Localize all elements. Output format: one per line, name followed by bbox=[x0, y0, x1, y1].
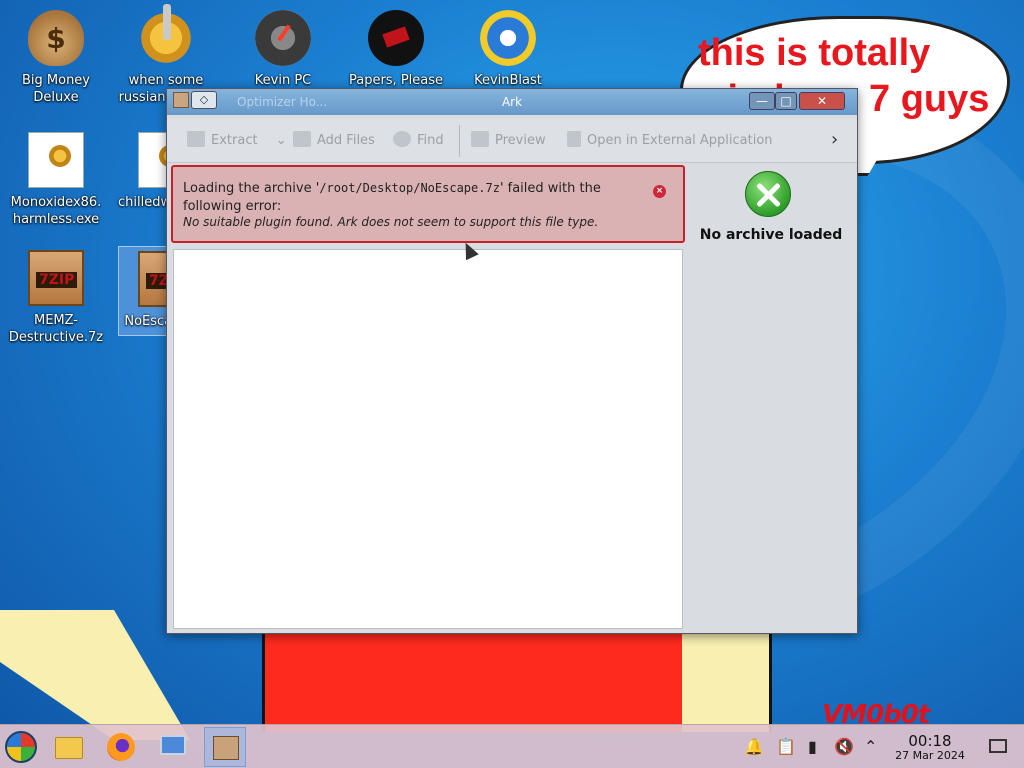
open-external-button[interactable]: Open in External Application bbox=[567, 131, 773, 148]
chevron-down-icon[interactable]: ⌄ bbox=[276, 133, 287, 148]
preview-button[interactable]: Preview bbox=[471, 131, 546, 148]
monitor-icon bbox=[160, 735, 186, 755]
desktop-icon-label: Kevin PC bbox=[254, 73, 312, 88]
wallpaper-drawing-left bbox=[0, 610, 190, 740]
taskbar-ark[interactable] bbox=[204, 727, 246, 767]
desktop-icon-kevin-pc[interactable]: Kevin PC bbox=[235, 10, 331, 89]
sun-globe-icon bbox=[480, 10, 536, 66]
desktop-icon-monoxidex86[interactable]: Monoxidex86. harmless.exe bbox=[8, 132, 104, 228]
show-desktop-button[interactable] bbox=[989, 739, 1007, 753]
window-titlebar[interactable]: ◇ Optimizer Ho... Ark — □ ✕ bbox=[167, 89, 857, 115]
toolbar: Extract ⌄ Add Files Find Preview Open in… bbox=[167, 119, 857, 163]
find-button[interactable]: Find bbox=[393, 131, 444, 148]
add-files-icon bbox=[293, 131, 311, 147]
extract-button[interactable]: Extract ⌄ bbox=[187, 131, 287, 148]
close-button[interactable]: ✕ bbox=[799, 92, 845, 110]
taskbar: 🔔 📋 ▮ 🔇 ⌃ 00:18 27 Mar 2024 bbox=[0, 724, 1024, 768]
add-files-label: Add Files bbox=[317, 133, 375, 148]
find-label: Find bbox=[417, 133, 444, 148]
open-external-label: Open in External Application bbox=[587, 133, 773, 148]
start-menu-button[interactable] bbox=[5, 731, 37, 763]
error-archive-path: /root/Desktop/NoEscape.7z bbox=[319, 181, 500, 195]
desktop-icon-papers-please[interactable]: Papers, Please bbox=[348, 10, 444, 89]
toolbar-separator bbox=[459, 125, 460, 157]
money-bag-icon bbox=[28, 10, 84, 66]
add-files-button[interactable]: Add Files bbox=[293, 131, 375, 148]
preview-label: Preview bbox=[495, 133, 546, 148]
error-prefix: Loading the archive ' bbox=[183, 181, 320, 196]
dismiss-error-icon[interactable]: × bbox=[653, 185, 666, 198]
toolbar-overflow-button[interactable]: › bbox=[831, 129, 838, 150]
taskbar-system-settings[interactable] bbox=[152, 727, 194, 767]
archive-file-list[interactable] bbox=[173, 249, 683, 629]
desktop-icon-label: Papers, Please bbox=[348, 73, 444, 88]
extract-label: Extract bbox=[211, 133, 258, 148]
error-detail: No suitable plugin found. Ark does not s… bbox=[183, 215, 599, 229]
ark-box-icon bbox=[213, 736, 239, 760]
taskbar-file-manager[interactable] bbox=[48, 727, 90, 767]
tray-expand-icon[interactable]: ⌃ bbox=[864, 737, 877, 756]
error-message-box: Loading the archive '/root/Desktop/NoEsc… bbox=[171, 165, 685, 243]
extract-icon bbox=[187, 131, 205, 147]
wallpaper-drawing-right bbox=[682, 632, 772, 732]
no-archive-label: No archive loaded bbox=[699, 227, 843, 243]
wallpaper-drawing-red bbox=[262, 632, 682, 732]
desktop-icon-label: Monoxidex86. harmless.exe bbox=[10, 195, 102, 227]
clock-time[interactable]: 00:18 bbox=[900, 732, 960, 750]
7zip-archive-icon bbox=[28, 250, 84, 306]
search-icon bbox=[393, 131, 411, 147]
desktop-icon-label: MEMZ-Destructive.7z bbox=[8, 313, 104, 345]
gauge-icon bbox=[255, 10, 311, 66]
exe-file-icon bbox=[28, 132, 84, 188]
papers-please-icon bbox=[368, 10, 424, 66]
volume-muted-icon[interactable]: 🔇 bbox=[834, 737, 854, 756]
clock-date[interactable]: 27 Mar 2024 bbox=[886, 749, 974, 762]
desktop-icon-label: Big Money Deluxe bbox=[21, 73, 90, 105]
firefox-icon bbox=[107, 733, 135, 761]
tools-icon bbox=[745, 171, 791, 217]
info-side-panel: No archive loaded bbox=[689, 165, 853, 629]
desktop-icon-memz-destructive[interactable]: MEMZ-Destructive.7z bbox=[8, 250, 104, 346]
clipboard-icon[interactable]: 📋 bbox=[776, 737, 796, 756]
desktop-icon-big-money-deluxe[interactable]: Big Money Deluxe bbox=[8, 10, 104, 106]
battery-icon[interactable]: ▮ bbox=[808, 737, 817, 756]
error-message: Loading the archive '/root/Desktop/NoEsc… bbox=[183, 179, 623, 216]
minimize-button[interactable]: — bbox=[749, 92, 775, 110]
gear-icon bbox=[138, 4, 194, 66]
taskbar-firefox[interactable] bbox=[100, 727, 142, 767]
maximize-button[interactable]: □ bbox=[775, 92, 797, 110]
folder-icon bbox=[55, 737, 83, 759]
notifications-icon[interactable]: 🔔 bbox=[744, 737, 764, 756]
ark-window: ◇ Optimizer Ho... Ark — □ ✕ Extract ⌄ Ad… bbox=[166, 88, 858, 634]
preview-icon bbox=[471, 131, 489, 147]
document-icon bbox=[567, 131, 581, 147]
